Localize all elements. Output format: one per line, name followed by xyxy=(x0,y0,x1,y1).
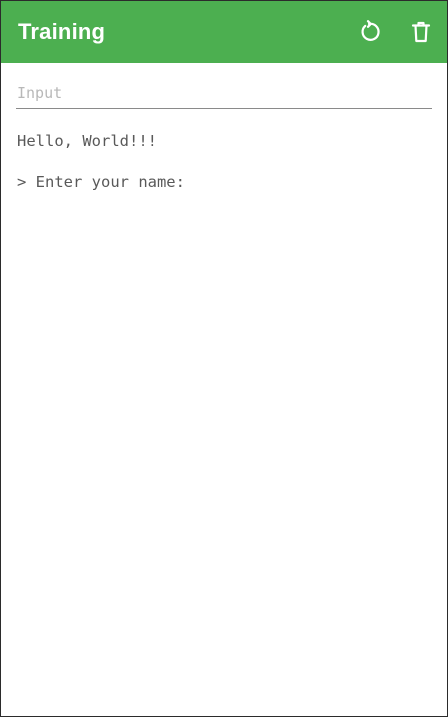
app-title: Training xyxy=(18,19,106,44)
training-screen: Training Hello, World!!! > Enter your na… xyxy=(0,0,448,717)
console-line: Hello, World!!! xyxy=(17,132,157,150)
reset-icon[interactable] xyxy=(357,20,381,44)
console-output: Hello, World!!! > Enter your name: xyxy=(17,130,185,212)
delete-icon[interactable] xyxy=(409,20,433,44)
console-line: > Enter your name: xyxy=(17,173,185,191)
app-bar: Training xyxy=(1,1,447,63)
input-field[interactable] xyxy=(16,81,432,109)
